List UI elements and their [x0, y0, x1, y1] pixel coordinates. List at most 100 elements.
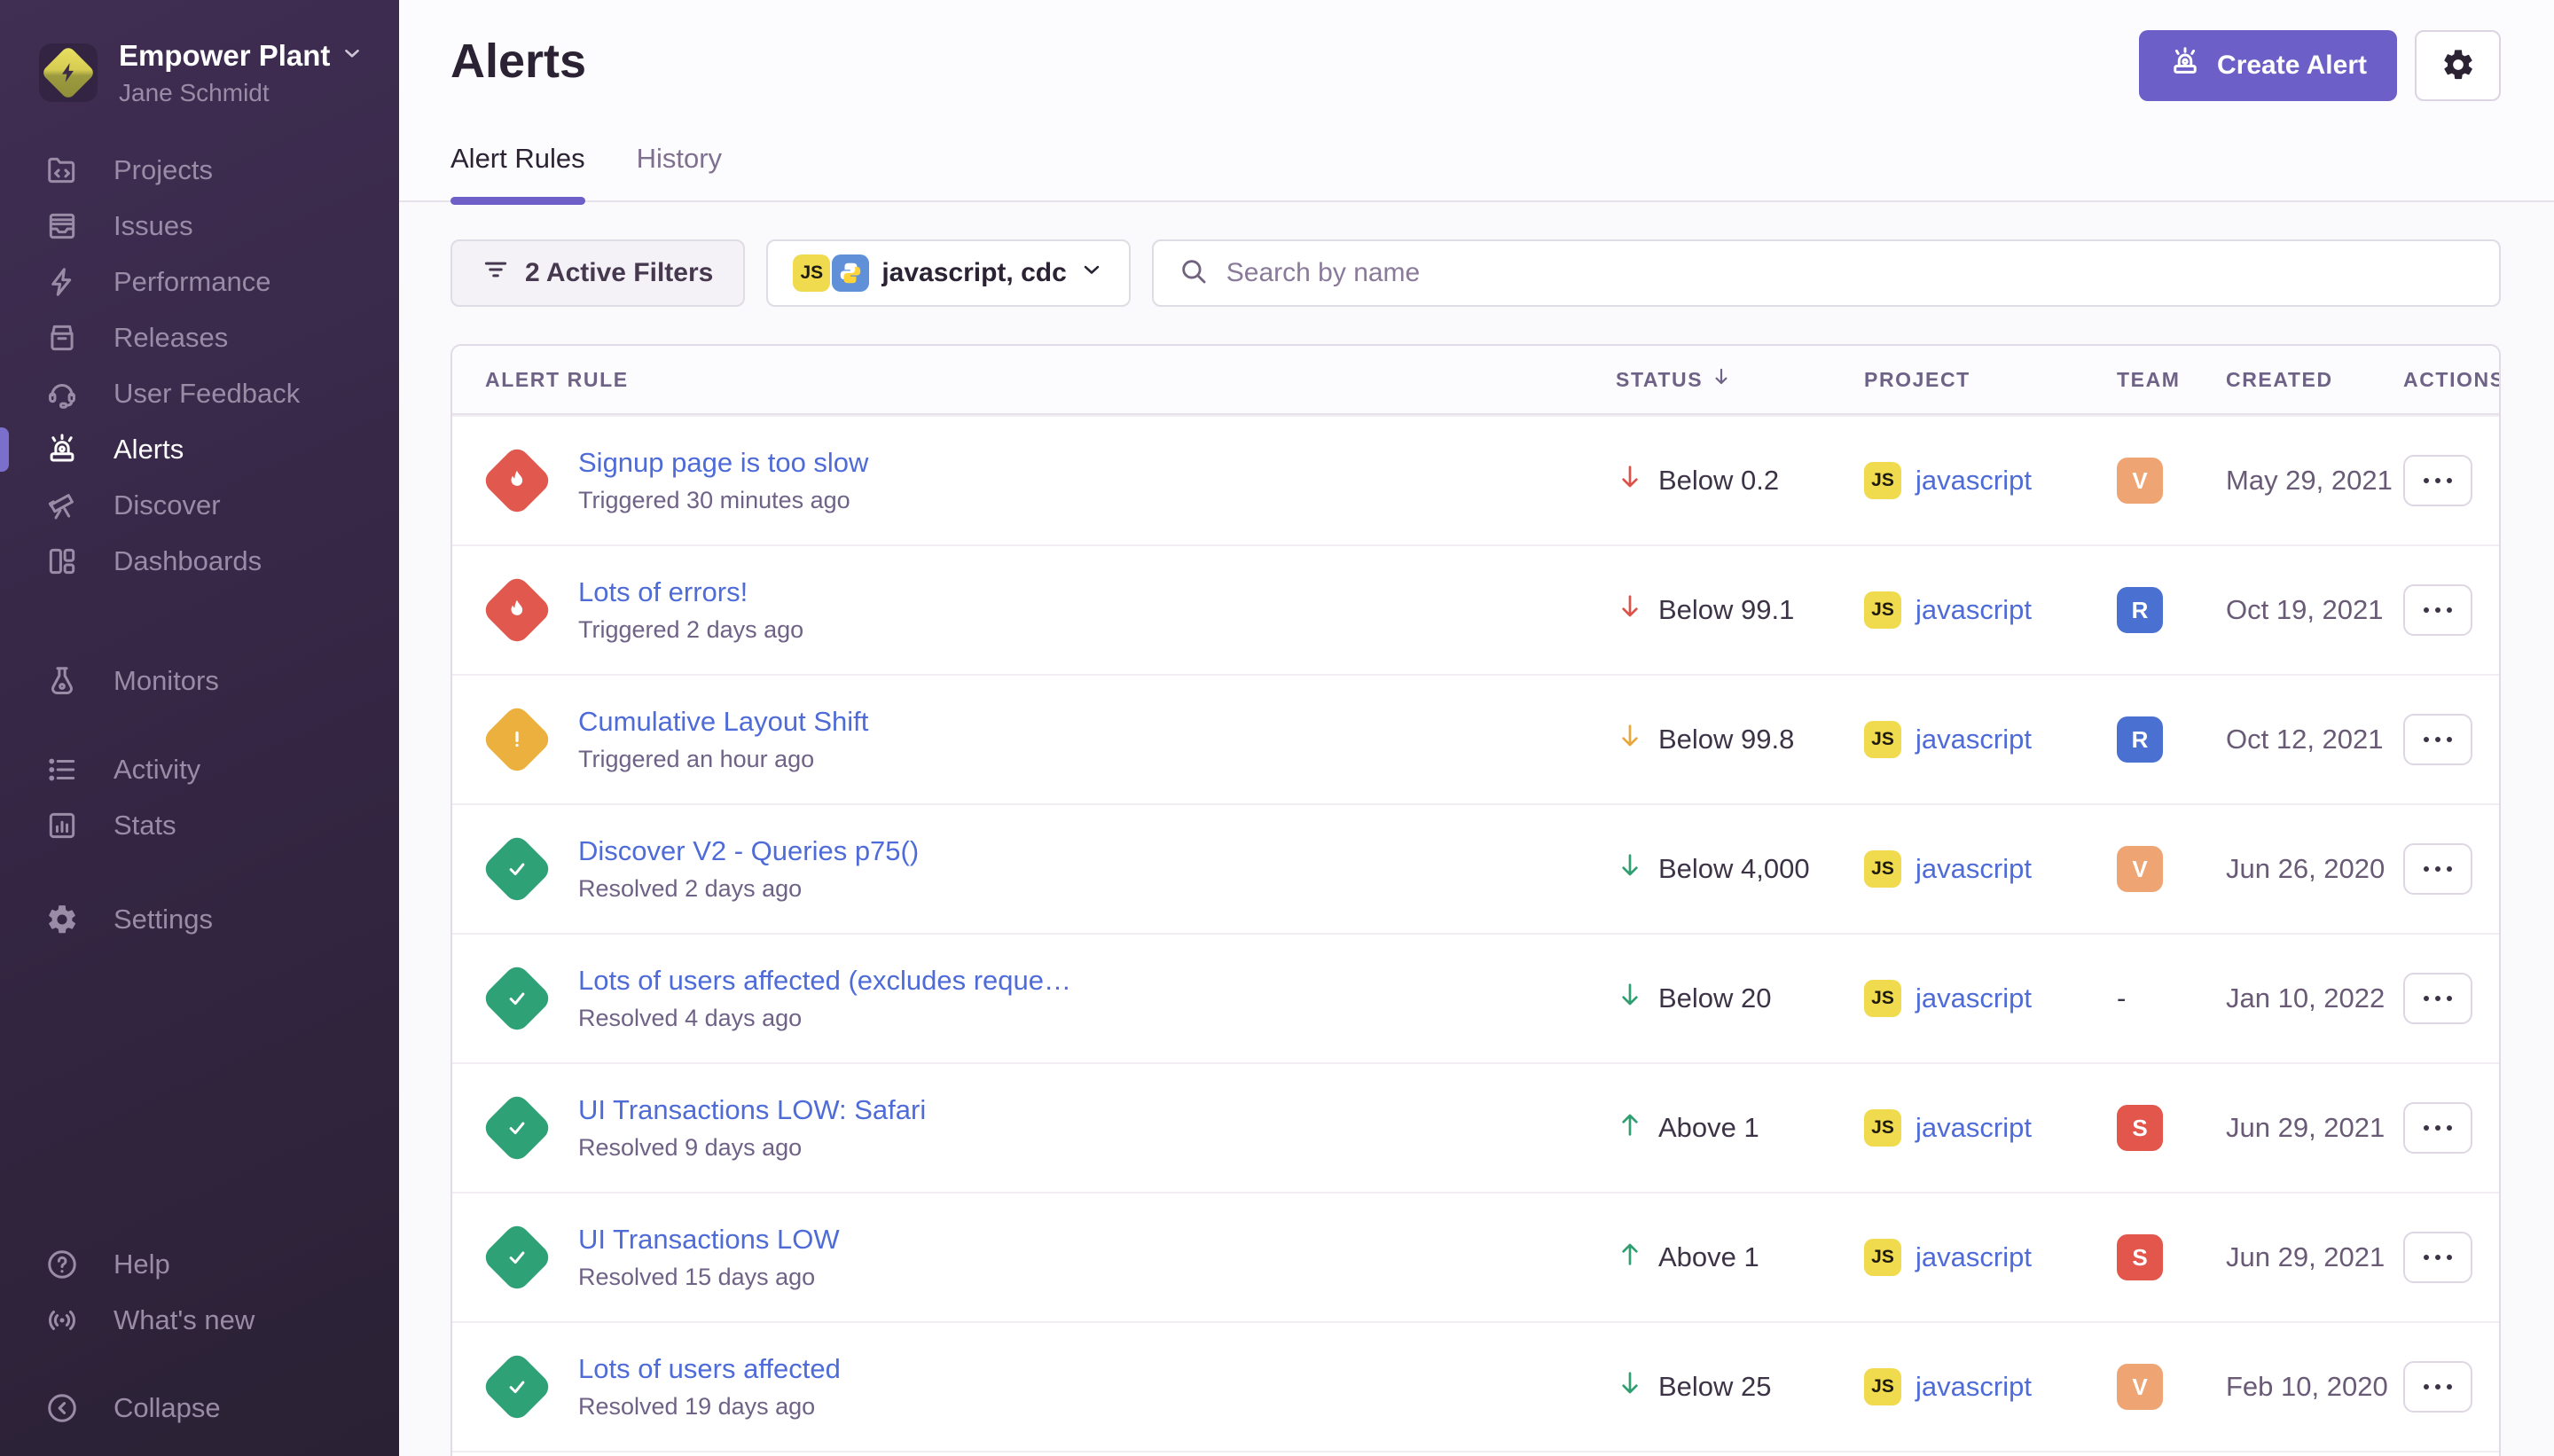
status-cell: Below 20	[1616, 981, 1864, 1016]
sidebar-item-dashboards[interactable]: Dashboards	[0, 533, 399, 589]
javascript-platform-icon: JS	[1864, 850, 1901, 888]
siren-icon	[2169, 46, 2201, 85]
project-cell: JS javascript	[1864, 462, 2117, 499]
sidebar-item-label: Performance	[114, 266, 270, 298]
sidebar-item-stats[interactable]: Stats	[0, 797, 399, 853]
search-input[interactable]	[1226, 258, 2474, 288]
column-alert-rule[interactable]: ALERT RULE	[452, 368, 1616, 392]
alert-rule-note: Resolved 4 days ago	[578, 1005, 1071, 1032]
releases-icon	[44, 320, 80, 356]
sidebar-item-monitors[interactable]: Monitors	[0, 653, 399, 708]
tab-alert-rules[interactable]: Alert Rules	[450, 142, 585, 200]
search-icon	[1179, 256, 1209, 291]
row-actions-button[interactable]	[2403, 843, 2472, 895]
column-project[interactable]: PROJECT	[1864, 368, 2117, 392]
row-actions-button[interactable]	[2403, 455, 2472, 506]
create-alert-button[interactable]: Create Alert	[2139, 30, 2397, 101]
active-filters-button[interactable]: 2 Active Filters	[450, 239, 745, 307]
trend-down-icon	[1616, 851, 1644, 887]
javascript-platform-icon: JS	[1864, 980, 1901, 1017]
trend-up-icon	[1616, 1240, 1644, 1275]
alert-critical-icon	[481, 574, 553, 646]
alert-resolved-icon	[481, 1350, 553, 1423]
sidebar-item-issues[interactable]: Issues	[0, 198, 399, 254]
alert-rule-link[interactable]: Discover V2 - Queries p75()	[578, 835, 919, 867]
table-row: Lots of users affected Resolved 19 days …	[452, 1321, 2499, 1451]
project-selector[interactable]: JS javascript, cdc	[766, 239, 1130, 307]
trend-down-icon	[1616, 1369, 1644, 1405]
project-link[interactable]: javascript	[1916, 1112, 2032, 1144]
sidebar-item-label: Monitors	[114, 665, 219, 697]
tab-bar: Alert Rules History	[450, 142, 2501, 200]
issues-icon	[44, 208, 80, 244]
alert-rule-link[interactable]: Signup page is too slow	[578, 447, 868, 479]
alert-rule-link[interactable]: Lots of errors!	[578, 576, 803, 608]
search-box	[1152, 239, 2501, 307]
sidebar-item-label: What's new	[114, 1304, 255, 1336]
row-actions-button[interactable]	[2403, 1232, 2472, 1283]
alert-rule-link[interactable]: Lots of users affected	[578, 1353, 841, 1385]
team-badge: S	[2117, 1105, 2163, 1151]
alert-rule-link[interactable]: Cumulative Layout Shift	[578, 706, 868, 738]
sidebar-item-label: Projects	[114, 154, 213, 186]
sidebar-item-label: Releases	[114, 322, 228, 354]
tab-history[interactable]: History	[637, 142, 722, 200]
sidebar-item-alerts[interactable]: Alerts	[0, 421, 399, 477]
sidebar-item-projects[interactable]: Projects	[0, 142, 399, 198]
created-date: Oct 19, 2021	[2226, 594, 2403, 626]
row-actions-button[interactable]	[2403, 1361, 2472, 1413]
project-link[interactable]: javascript	[1916, 724, 2032, 755]
project-link[interactable]: javascript	[1916, 853, 2032, 885]
table-row-partial	[452, 1451, 2499, 1456]
project-link[interactable]: javascript	[1916, 982, 2032, 1014]
alert-rule-link[interactable]: Lots of users affected (excludes reque…	[578, 965, 1071, 997]
alert-rule-link[interactable]: UI Transactions LOW: Safari	[578, 1094, 926, 1126]
project-link[interactable]: javascript	[1916, 1371, 2032, 1403]
team-badge: S	[2117, 1234, 2163, 1280]
sidebar-item-releases[interactable]: Releases	[0, 309, 399, 365]
row-actions-button[interactable]	[2403, 714, 2472, 765]
org-name: Empower Plant	[119, 37, 330, 74]
sidebar-item-label: Help	[114, 1249, 170, 1280]
sidebar-item-label: Settings	[114, 904, 213, 935]
team-badge: R	[2117, 587, 2163, 633]
column-team[interactable]: TEAM	[2117, 368, 2226, 392]
performance-icon	[44, 264, 80, 300]
row-actions-button[interactable]	[2403, 973, 2472, 1024]
sidebar-item-label: Discover	[114, 489, 221, 521]
javascript-platform-icon: JS	[1864, 721, 1901, 758]
sidebar-item-label: Dashboards	[114, 545, 262, 577]
alert-settings-button[interactable]	[2415, 30, 2501, 101]
project-link[interactable]: javascript	[1916, 1241, 2032, 1273]
row-actions-button[interactable]	[2403, 584, 2472, 636]
alert-rule-note: Triggered 2 days ago	[578, 616, 803, 644]
org-switcher[interactable]: Empower Plant Jane Schmidt	[0, 0, 399, 108]
sidebar-footer: Help What's new Collapse	[0, 1236, 399, 1436]
alert-critical-icon	[481, 444, 553, 517]
sidebar-item-user-feedback[interactable]: User Feedback	[0, 365, 399, 421]
project-cell: JS javascript	[1864, 1109, 2117, 1147]
sidebar-item-help[interactable]: Help	[0, 1236, 399, 1292]
project-link[interactable]: javascript	[1916, 465, 2032, 497]
row-actions-button[interactable]	[2403, 1102, 2472, 1154]
sidebar-item-performance[interactable]: Performance	[0, 254, 399, 309]
column-status[interactable]: STATUS	[1616, 365, 1864, 394]
trend-down-icon	[1616, 722, 1644, 757]
sidebar-item-whats-new[interactable]: What's new	[0, 1292, 399, 1348]
filter-icon	[482, 256, 509, 290]
project-cell: JS javascript	[1864, 591, 2117, 629]
project-link[interactable]: javascript	[1916, 594, 2032, 626]
team-none: -	[2117, 982, 2126, 1014]
trend-down-icon	[1616, 981, 1644, 1016]
sidebar-item-collapse[interactable]: Collapse	[0, 1380, 399, 1436]
python-platform-icon	[832, 254, 869, 292]
column-created[interactable]: CREATED	[2226, 368, 2403, 392]
sidebar-item-activity[interactable]: Activity	[0, 741, 399, 797]
alert-rule-link[interactable]: UI Transactions LOW	[578, 1224, 840, 1256]
table-header: ALERT RULE STATUS PROJECT TEAM CREATED A…	[452, 346, 2499, 415]
sidebar-item-discover[interactable]: Discover	[0, 477, 399, 533]
javascript-platform-icon: JS	[1864, 1109, 1901, 1147]
alert-rule-note: Resolved 15 days ago	[578, 1264, 840, 1291]
sidebar-item-settings[interactable]: Settings	[0, 891, 399, 947]
user-name: Jane Schmidt	[119, 77, 364, 108]
